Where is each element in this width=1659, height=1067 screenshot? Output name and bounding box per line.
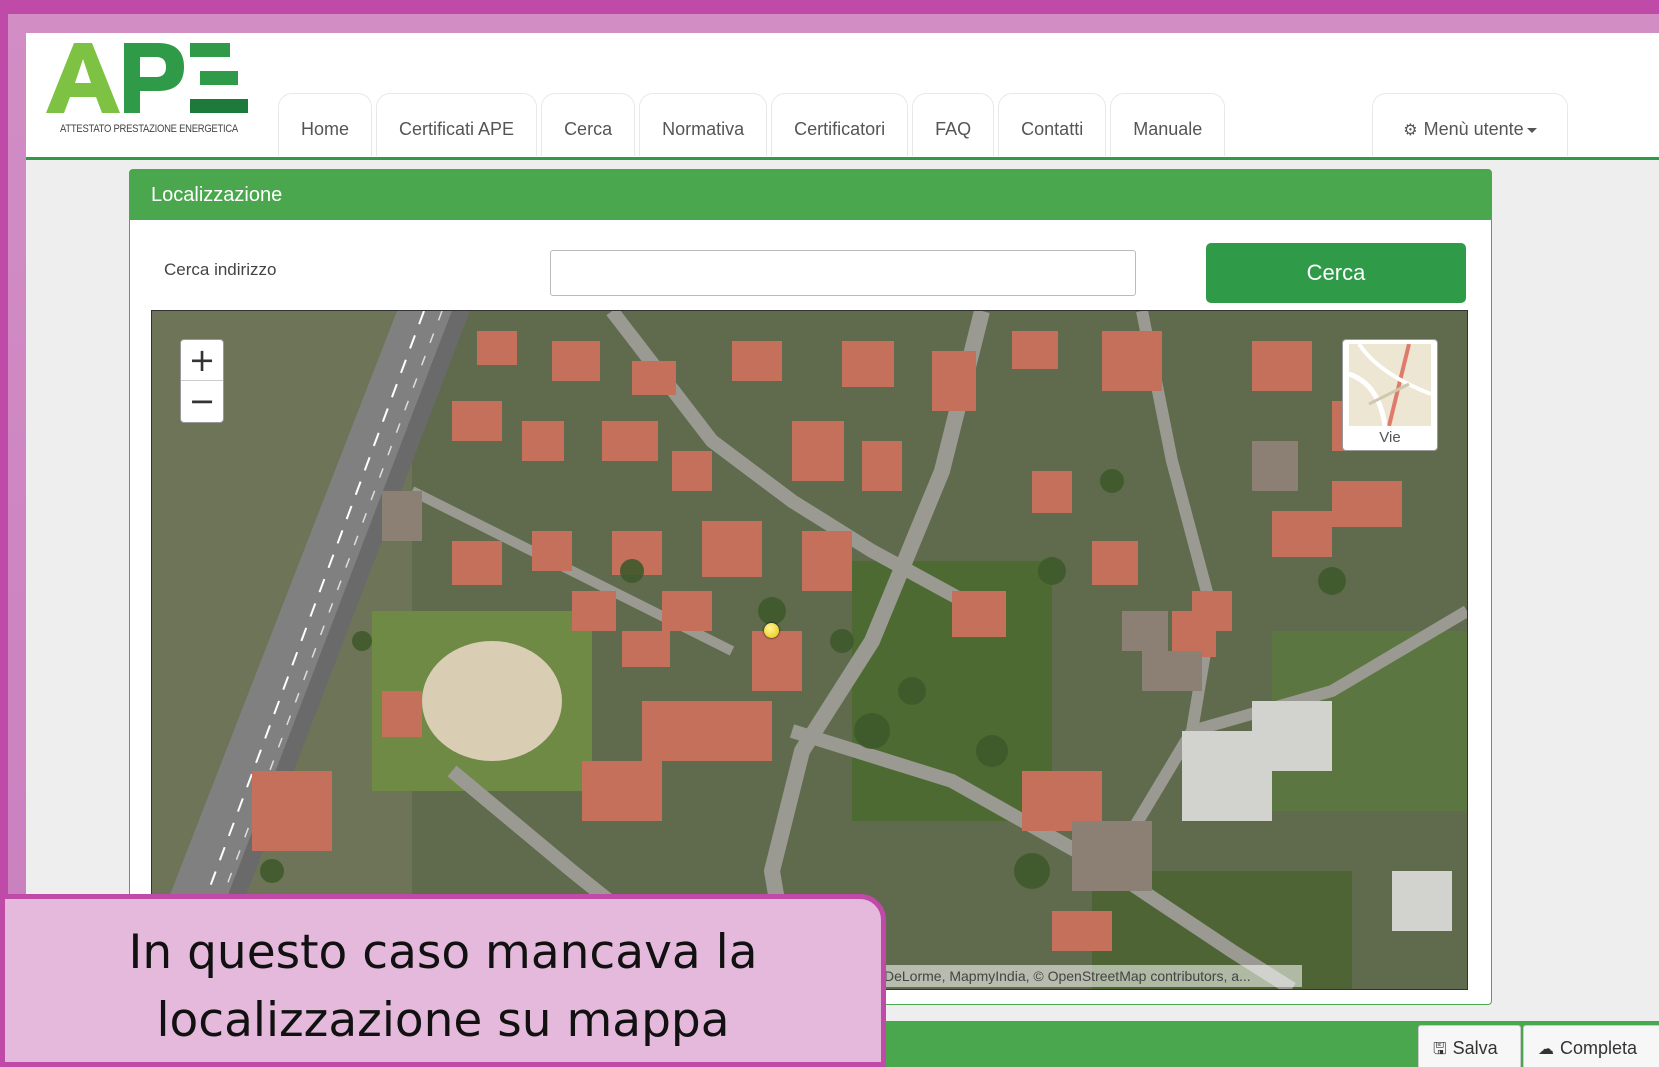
tab-home[interactable]: Home xyxy=(278,93,373,156)
user-menu-label: Menù utente xyxy=(1423,119,1524,139)
localization-panel: Localizzazione Cerca indirizzo Cerca + −… xyxy=(129,169,1492,1005)
save-button[interactable]: 🖫 Salva xyxy=(1418,1025,1521,1067)
zoom-in-button[interactable]: + xyxy=(181,340,223,381)
main-nav: Home Certificati APE Cerca Normativa Cer… xyxy=(278,93,1229,157)
complete-button[interactable]: ☁ Completa xyxy=(1523,1025,1659,1067)
street-map-thumbnail xyxy=(1349,344,1431,426)
complete-label: Completa xyxy=(1560,1038,1638,1058)
ape-logo[interactable]: ATTESTATO PRESTAZIONE ENERGETICA xyxy=(40,39,260,139)
address-search-input[interactable] xyxy=(550,250,1136,296)
user-menu-dropdown[interactable]: ⚙ Menù utente xyxy=(1372,93,1568,156)
slide-caption: In questo caso mancava la localizzazione… xyxy=(0,894,886,1067)
site-header: ATTESTATO PRESTAZIONE ENERGETICA Home Ce… xyxy=(26,33,1659,160)
logo-subtitle: ATTESTATO PRESTAZIONE ENERGETICA xyxy=(60,123,238,135)
layer-switcher[interactable]: Vie xyxy=(1342,339,1438,451)
panel-title: Localizzazione xyxy=(130,170,1491,220)
ape-logo-mark xyxy=(46,43,248,113)
tab-certificati-ape[interactable]: Certificati APE xyxy=(376,93,538,156)
zoom-control: + − xyxy=(180,339,224,423)
tab-faq[interactable]: FAQ xyxy=(912,93,995,156)
tab-certificatori[interactable]: Certificatori xyxy=(771,93,909,156)
cloud-upload-icon: ☁ xyxy=(1538,1039,1554,1058)
caption-line-1: In questo caso mancava la xyxy=(128,925,758,980)
caption-line-2: localizzazione su mappa xyxy=(156,993,730,1048)
caret-down-icon xyxy=(1526,127,1537,133)
save-label: Salva xyxy=(1452,1038,1498,1058)
map-view[interactable]: + − Vie DeLorme, MapmyIndia, © OpenStree… xyxy=(151,310,1468,990)
layer-label: Vie xyxy=(1379,429,1401,446)
tab-normativa[interactable]: Normativa xyxy=(639,93,768,156)
location-marker[interactable] xyxy=(764,623,779,638)
floppy-disk-icon: 🖫 xyxy=(1433,1039,1447,1058)
street-map-thumbnail-icon xyxy=(1349,344,1431,426)
tab-manuale[interactable]: Manuale xyxy=(1110,93,1226,156)
map-attribution: DeLorme, MapmyIndia, © OpenStreetMap con… xyxy=(880,965,1302,987)
tab-contatti[interactable]: Contatti xyxy=(998,93,1107,156)
satellite-imagery xyxy=(152,311,1467,989)
tab-cerca[interactable]: Cerca xyxy=(541,93,636,156)
address-label: Cerca indirizzo xyxy=(164,260,277,279)
zoom-out-button[interactable]: − xyxy=(181,381,223,421)
search-button[interactable]: Cerca xyxy=(1206,243,1466,303)
gear-icon: ⚙ xyxy=(1403,120,1418,139)
